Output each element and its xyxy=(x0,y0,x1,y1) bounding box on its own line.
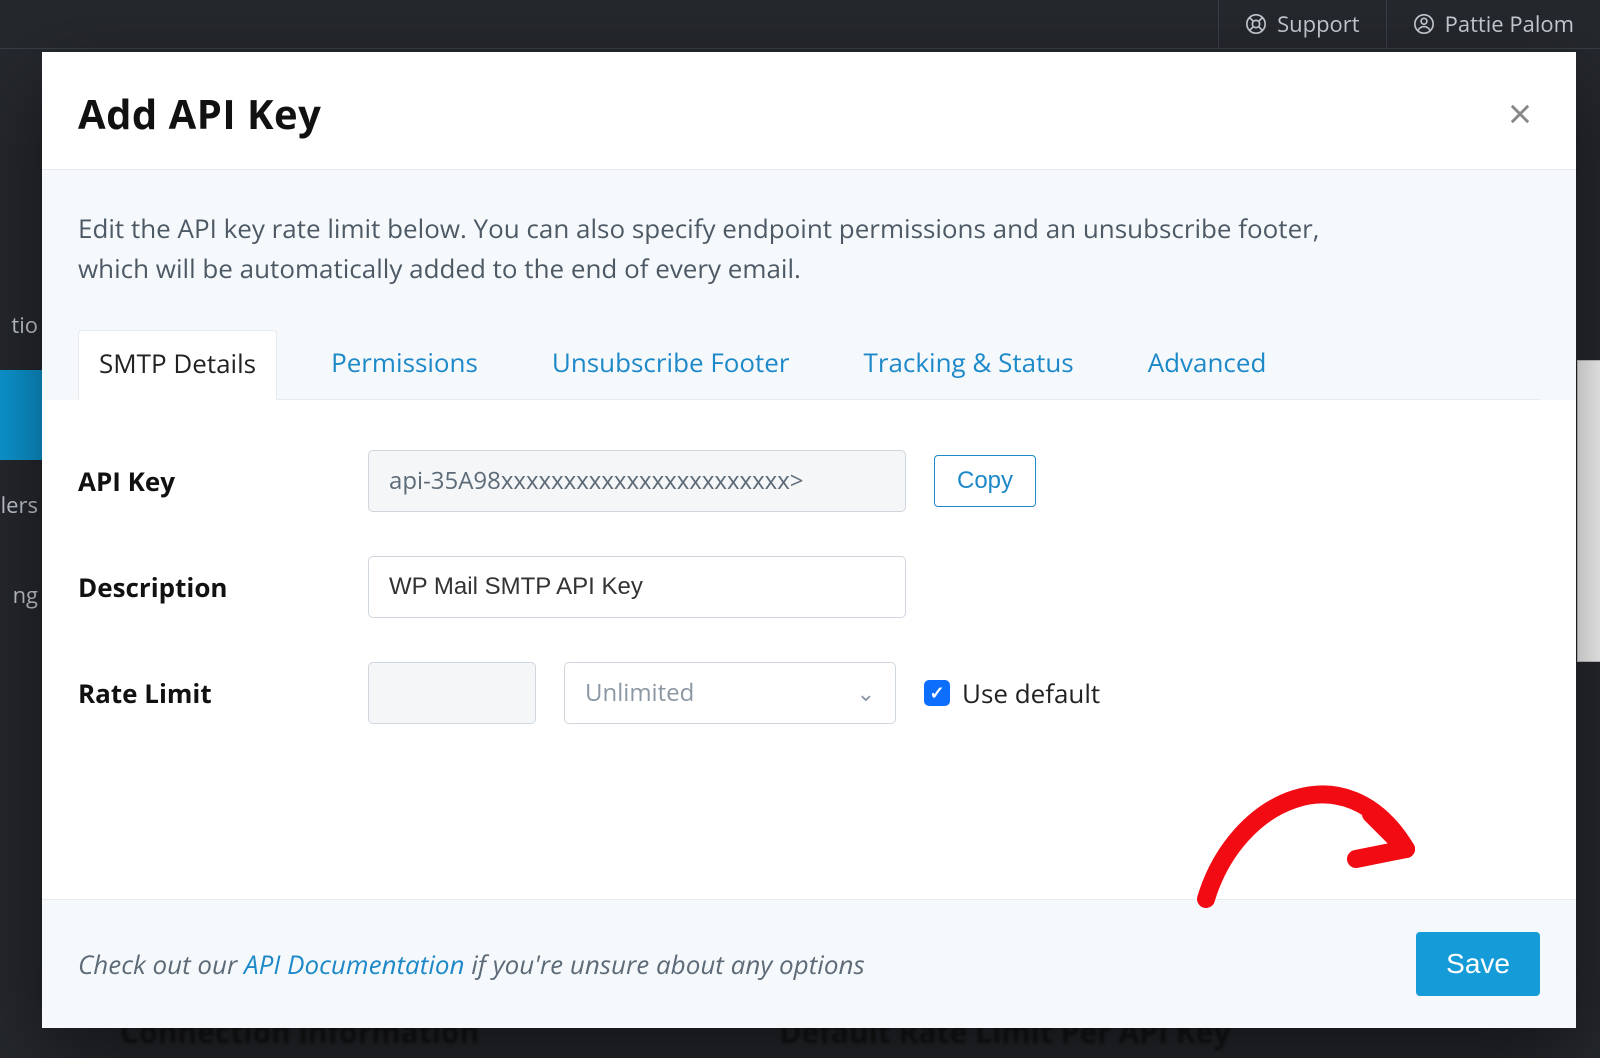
footer-prefix: Check out our xyxy=(78,946,244,982)
modal-header: Add API Key xyxy=(42,52,1576,170)
save-button[interactable]: Save xyxy=(1416,932,1540,996)
row-api-key: API Key api-35A98xxxxxxxxxxxxxxxxxxxxxxx… xyxy=(78,450,1540,512)
modal-body: API Key api-35A98xxxxxxxxxxxxxxxxxxxxxxx… xyxy=(42,400,1576,899)
add-api-key-modal: Add API Key Edit the API key rate limit … xyxy=(42,52,1576,1028)
modal-intro-area: Edit the API key rate limit below. You c… xyxy=(42,170,1576,400)
label-api-key: API Key xyxy=(78,463,328,499)
user-icon xyxy=(1413,13,1435,35)
close-icon xyxy=(1506,100,1534,128)
api-documentation-link[interactable]: API Documentation xyxy=(244,946,464,982)
rate-limit-select-value: Unlimited xyxy=(585,676,694,709)
footer-suffix: if you're unsure about any options xyxy=(465,946,865,982)
description-input[interactable] xyxy=(368,556,906,618)
tab-unsubscribe-footer[interactable]: Unsubscribe Footer xyxy=(532,330,810,400)
use-default-toggle[interactable]: ✓ Use default xyxy=(924,675,1100,711)
top-bar: Support Pattie Palom xyxy=(0,0,1600,49)
label-description: Description xyxy=(78,569,328,605)
support-link[interactable]: Support xyxy=(1218,0,1386,48)
label-rate-limit: Rate Limit xyxy=(78,675,328,711)
support-label: Support xyxy=(1277,9,1360,39)
modal-intro-text: Edit the API key rate limit below. You c… xyxy=(78,208,1378,289)
tab-smtp-details[interactable]: SMTP Details xyxy=(78,330,277,400)
close-button[interactable] xyxy=(1500,94,1540,134)
api-key-readonly[interactable]: api-35A98xxxxxxxxxxxxxxxxxxxxxxx> xyxy=(368,450,906,512)
sidebar-fragment: tio lers ng xyxy=(0,280,42,640)
tab-tracking-status[interactable]: Tracking & Status xyxy=(844,330,1094,400)
lifebuoy-icon xyxy=(1245,13,1267,35)
background-panel-edge xyxy=(1577,360,1600,662)
checkbox-checked-icon: ✓ xyxy=(924,680,950,706)
row-description: Description xyxy=(78,556,1540,618)
tab-permissions[interactable]: Permissions xyxy=(311,330,498,400)
modal-title: Add API Key xyxy=(78,86,321,141)
modal-tabs: SMTP Details Permissions Unsubscribe Foo… xyxy=(78,329,1540,400)
user-name: Pattie Palom xyxy=(1445,9,1574,39)
rate-limit-input[interactable] xyxy=(368,662,536,724)
sidebar-item-frag[interactable]: tio xyxy=(0,280,42,370)
tab-advanced[interactable]: Advanced xyxy=(1128,330,1287,400)
sidebar-item-frag-active[interactable] xyxy=(0,370,42,460)
sidebar-item-frag[interactable]: ng xyxy=(0,550,42,640)
sidebar-item-frag[interactable]: lers xyxy=(0,460,42,550)
rate-limit-select[interactable]: Unlimited ⌄ xyxy=(564,662,896,724)
chevron-down-icon: ⌄ xyxy=(857,678,875,708)
footer-help-text: Check out our API Documentation if you'r… xyxy=(78,946,865,982)
use-default-label: Use default xyxy=(962,675,1100,711)
copy-button[interactable]: Copy xyxy=(934,455,1036,507)
modal-footer: Check out our API Documentation if you'r… xyxy=(42,899,1576,1028)
row-rate-limit: Rate Limit Unlimited ⌄ ✓ Use default xyxy=(78,662,1540,724)
user-menu[interactable]: Pattie Palom xyxy=(1386,0,1600,48)
